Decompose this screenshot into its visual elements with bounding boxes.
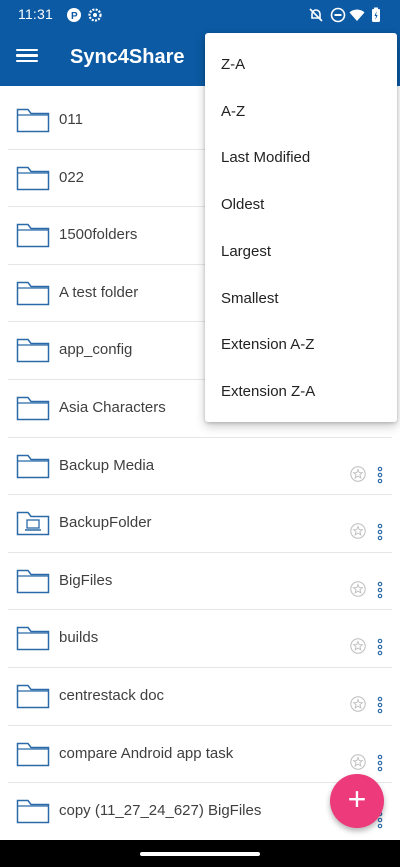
more-options-icon[interactable]: [374, 754, 386, 772]
backup-folder-icon: [16, 511, 50, 536]
folder-name: copy (11_27_24_627) BigFiles: [59, 802, 262, 820]
folder-name: 011: [59, 111, 83, 128]
sort-option[interactable]: Extension A-Z: [205, 322, 397, 368]
dnd-icon: [330, 7, 346, 23]
sort-option[interactable]: Oldest: [205, 182, 397, 228]
pinterest-like-icon: P: [67, 8, 81, 22]
folder-icon: [16, 799, 50, 824]
more-options-icon[interactable]: [374, 523, 386, 541]
hamburger-icon[interactable]: [16, 46, 38, 68]
mute-icon: [309, 8, 323, 22]
favorite-star-icon[interactable]: [350, 523, 366, 539]
sort-option-label: Extension Z-A: [221, 382, 316, 400]
folder-name: 022: [59, 168, 85, 186]
settings-icon: [88, 8, 102, 22]
battery-icon: [372, 7, 380, 22]
sort-option-label: A-Z: [221, 102, 246, 120]
favorite-star-icon[interactable]: [350, 753, 366, 770]
sort-option[interactable]: Z-A: [205, 42, 397, 88]
sort-option-label: Oldest: [221, 196, 265, 214]
sort-menu: Z-A A-Z Last Modified Oldest Largest Smallest…: [205, 33, 397, 422]
svg-text:P: P: [71, 11, 78, 22]
folder-icon: [16, 108, 50, 133]
folder-row[interactable]: compare Android app task: [8, 726, 392, 784]
sort-option-label: Smallest: [221, 289, 279, 307]
folder-name: A test folder: [59, 283, 139, 301]
folder-name: compare Android app task: [59, 744, 234, 762]
folder-row[interactable]: BigFiles: [8, 553, 392, 611]
folder-icon: [16, 166, 50, 190]
status-bar: 11:31 P: [0, 0, 400, 30]
folder-name: Asia Characters: [59, 398, 166, 416]
folder-icon: [16, 281, 50, 306]
folder-name: BackupFolder: [59, 514, 152, 532]
more-options-icon[interactable]: [374, 466, 386, 484]
sort-option[interactable]: Smallest: [205, 276, 397, 322]
sort-option-label: Z-A: [221, 56, 246, 73]
app-title: Sync4Share: [70, 46, 185, 68]
sort-option[interactable]: Extension Z-A: [205, 369, 397, 415]
sort-option[interactable]: A-Z: [205, 89, 397, 135]
wifi-icon: [349, 9, 365, 21]
sort-option-label: Largest: [221, 242, 272, 260]
sort-option[interactable]: Largest: [205, 229, 397, 275]
folder-name: BigFiles: [59, 571, 113, 589]
folder-name: app_config: [59, 341, 133, 359]
folder-icon: [16, 223, 50, 248]
home-gesture-handle[interactable]: [140, 852, 260, 856]
status-time: 11:31: [18, 6, 53, 22]
folder-name: Backup Media: [59, 456, 155, 474]
plus-icon: +: [347, 781, 367, 817]
favorite-star-icon[interactable]: [350, 581, 366, 597]
folder-name: centrestack doc: [59, 686, 165, 704]
folder-icon: [16, 627, 50, 651]
folder-icon: [16, 396, 50, 421]
add-button[interactable]: +: [330, 774, 384, 828]
more-options-icon[interactable]: [374, 581, 386, 599]
folder-name: builds: [59, 629, 99, 647]
folder-icon: [16, 742, 50, 766]
sort-option-label: Extension A-Z: [221, 336, 315, 354]
system-nav-bar: [0, 840, 400, 867]
folder-row[interactable]: Backup Media: [8, 438, 392, 496]
folder-icon: [16, 454, 50, 478]
sort-option-label: Last Modified: [221, 149, 311, 167]
sort-option[interactable]: Last Modified: [205, 135, 397, 181]
more-options-icon[interactable]: [374, 638, 386, 656]
favorite-star-icon[interactable]: [350, 465, 366, 482]
folder-icon: [16, 569, 50, 593]
favorite-star-icon[interactable]: [350, 638, 366, 655]
folder-row[interactable]: BackupFolder: [8, 495, 392, 553]
more-options-icon[interactable]: [374, 696, 386, 714]
favorite-star-icon[interactable]: [350, 696, 366, 712]
folder-row[interactable]: builds: [8, 610, 392, 668]
folder-row[interactable]: centrestack doc: [8, 668, 392, 726]
folder-name: 1500folders: [59, 226, 138, 244]
folder-icon: [16, 684, 50, 709]
folder-icon: [16, 339, 50, 363]
